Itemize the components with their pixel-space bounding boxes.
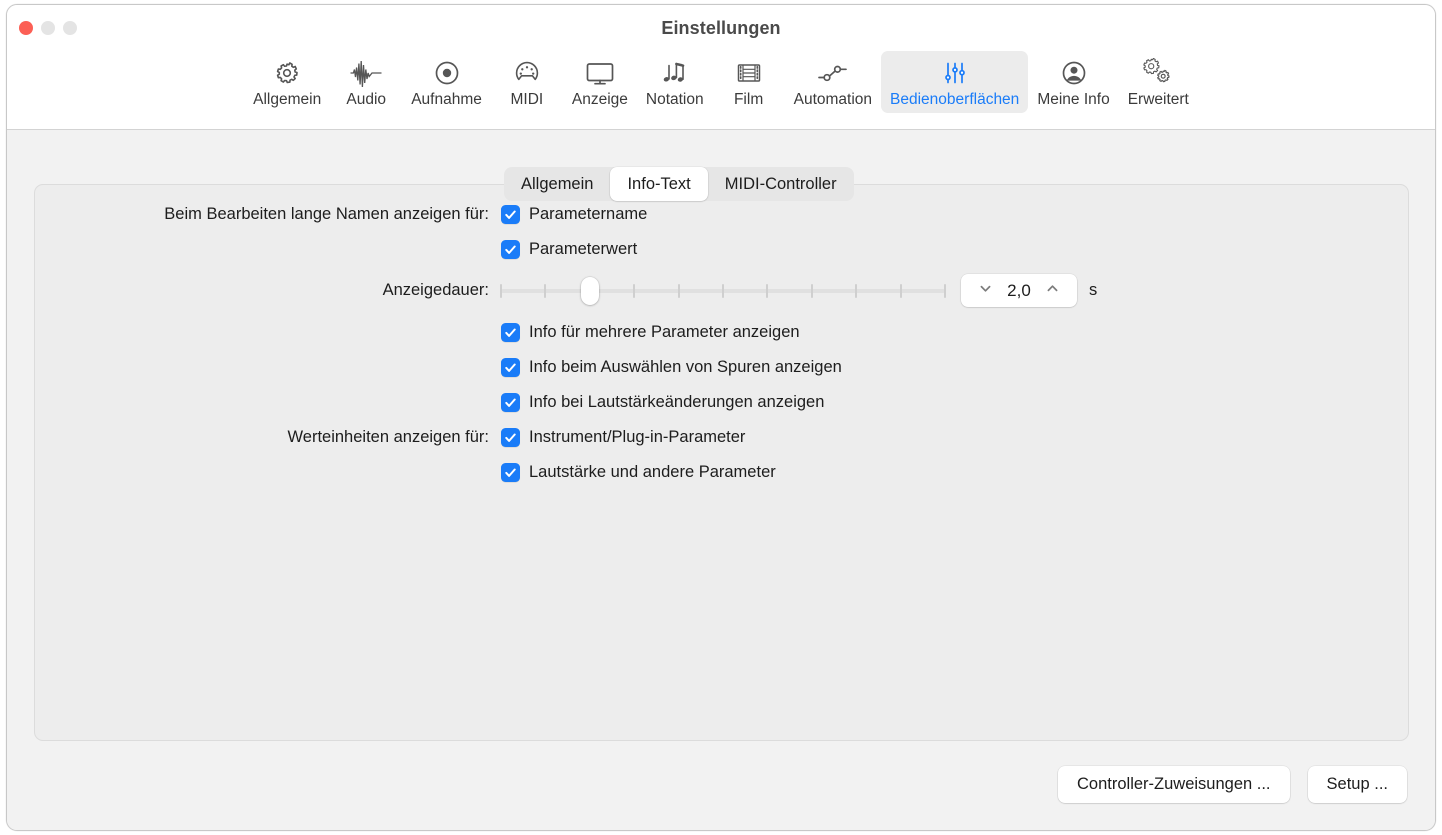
units-label: Werteinheiten anzeigen für: [287, 428, 490, 446]
checkbox-label: Lautstärke und andere Parameter [529, 463, 776, 481]
checkmark-icon [501, 393, 520, 412]
toolbar-item-aufnahme[interactable]: Aufnahme [402, 51, 491, 113]
checkbox-label: Parametername [529, 205, 648, 223]
toolbar-item-midi[interactable]: MIDI [491, 51, 563, 113]
chevron-up-icon[interactable] [1045, 281, 1060, 301]
tab-allgemein[interactable]: Allgemein [504, 167, 610, 201]
toolbar-item-label: Erweitert [1127, 91, 1189, 108]
checkmark-icon [501, 323, 520, 342]
row-werteinheiten: Werteinheiten anzeigen für: Instrument/P… [35, 420, 745, 455]
sliders-icon [940, 58, 970, 88]
toolbar-item-label: Film [733, 91, 764, 108]
toolbar-item-label: Audio [346, 91, 387, 108]
duration-label: Anzeigedauer: [382, 281, 489, 299]
midi-connector-icon [512, 58, 542, 88]
checkbox-label: Info bei Lautstärkeänderungen anzeigen [529, 393, 825, 411]
checkbox-instrument-plugin-parameter[interactable]: Instrument/Plug-in-Parameter [501, 428, 745, 447]
toolbar-item-label: Bedienoberflächen [890, 91, 1020, 108]
slider-tick [677, 283, 680, 298]
toolbar-item-automation[interactable]: Automation [785, 51, 881, 113]
toolbar-item-label: Notation [645, 91, 704, 108]
toolbar-item-label: Automation [793, 91, 873, 108]
checkbox-label: Info für mehrere Parameter anzeigen [529, 323, 800, 341]
row-parameterwert: Parameterwert [35, 232, 637, 267]
settings-panel: Beim Bearbeiten lange Namen anzeigen für… [34, 184, 1409, 741]
toolbar-item-bedienoberflaechen[interactable]: Bedienoberflächen [881, 51, 1029, 113]
checkbox-label: Instrument/Plug-in-Parameter [529, 428, 746, 446]
display-monitor-icon [584, 58, 616, 88]
footer-buttons: Controller-Zuweisungen ... Setup ... [1058, 766, 1407, 803]
row-info-mehrere-parameter: Info für mehrere Parameter anzeigen [35, 315, 800, 350]
toolbar-item-anzeige[interactable]: Anzeige [563, 51, 637, 113]
person-circle-icon [1059, 58, 1089, 88]
toolbar-item-label: Meine Info [1037, 91, 1110, 108]
toolbar-item-label: Allgemein [253, 91, 322, 108]
row-info-lautstaerke: Info bei Lautstärkeänderungen anzeigen [35, 385, 824, 420]
checkmark-icon [501, 428, 520, 447]
checkbox-parameterwert[interactable]: Parameterwert [501, 240, 637, 259]
toolbar-item-erweitert[interactable]: Erweitert [1119, 51, 1198, 113]
slider-tick [810, 283, 813, 298]
checkmark-icon [501, 205, 520, 224]
title-bar: Einstellungen Allgemein Audio Aufnahme M… [7, 5, 1435, 130]
row-lautstaerke-parameter: Lautstärke und andere Parameter [35, 455, 776, 490]
toolbar-item-meine-info[interactable]: Meine Info [1028, 51, 1118, 113]
toolbar-item-notation[interactable]: Notation [637, 51, 713, 113]
slider-tick [855, 283, 858, 298]
gear-icon [272, 58, 302, 88]
double-gear-icon [1142, 58, 1174, 88]
long-names-label: Beim Bearbeiten lange Namen anzeigen für… [164, 205, 489, 223]
duration-slider[interactable] [500, 276, 946, 305]
chevron-down-icon[interactable] [978, 281, 993, 301]
preferences-toolbar: Allgemein Audio Aufnahme MIDI Anzeige No… [7, 51, 1435, 113]
row-anzeigedauer: Anzeigedauer: 2,0 s [35, 273, 1097, 308]
checkmark-icon [501, 240, 520, 259]
toolbar-item-allgemein[interactable]: Allgemein [244, 51, 330, 113]
checkbox-label: Parameterwert [529, 240, 638, 258]
toolbar-item-label: Anzeige [571, 91, 628, 108]
checkbox-info-spuren[interactable]: Info beim Auswählen von Spuren anzeigen [501, 358, 842, 377]
record-circle-icon [432, 58, 462, 88]
setup-button[interactable]: Setup ... [1307, 766, 1407, 803]
checkmark-icon [501, 358, 520, 377]
tab-midi-controller[interactable]: MIDI-Controller [708, 167, 854, 201]
checkmark-icon [501, 463, 520, 482]
row-long-names: Beim Bearbeiten lange Namen anzeigen für… [35, 197, 647, 232]
duration-value: 2,0 [1007, 280, 1031, 300]
checkbox-info-lautstaerke[interactable]: Info bei Lautstärkeänderungen anzeigen [501, 393, 824, 412]
window-title: Einstellungen [661, 18, 781, 38]
tab-info-text[interactable]: Info-Text [610, 167, 708, 201]
checkbox-label: Info beim Auswählen von Spuren anzeigen [529, 358, 842, 376]
toolbar-item-audio[interactable]: Audio [330, 51, 402, 113]
slider-tick [500, 283, 502, 298]
controller-assignments-button[interactable]: Controller-Zuweisungen ... [1058, 766, 1290, 803]
slider-tick [944, 283, 946, 298]
tab-bar: Allgemein Info-Text MIDI-Controller [504, 167, 854, 201]
toolbar-item-film[interactable]: Film [713, 51, 785, 113]
preferences-window: Einstellungen Allgemein Audio Aufnahme M… [6, 4, 1436, 831]
row-info-spuren: Info beim Auswählen von Spuren anzeigen [35, 350, 842, 385]
checkbox-parametername[interactable]: Parametername [501, 205, 647, 224]
toolbar-item-label: MIDI [510, 91, 544, 108]
checkbox-lautstaerke-andere-parameter[interactable]: Lautstärke und andere Parameter [501, 463, 776, 482]
film-strip-icon [734, 58, 764, 88]
waveform-icon [349, 58, 383, 88]
slider-tick [633, 283, 636, 298]
automation-nodes-icon [816, 58, 850, 88]
music-notes-icon [659, 58, 691, 88]
duration-unit: s [1089, 281, 1098, 299]
duration-stepper[interactable]: 2,0 [961, 274, 1077, 307]
toolbar-item-label: Aufnahme [411, 91, 482, 108]
checkbox-info-mehrere-parameter[interactable]: Info für mehrere Parameter anzeigen [501, 323, 800, 342]
preferences-body: Allgemein Info-Text MIDI-Controller Beim… [7, 130, 1435, 830]
slider-thumb[interactable] [580, 276, 599, 305]
slider-tick [722, 283, 724, 298]
slider-tick [899, 283, 902, 298]
